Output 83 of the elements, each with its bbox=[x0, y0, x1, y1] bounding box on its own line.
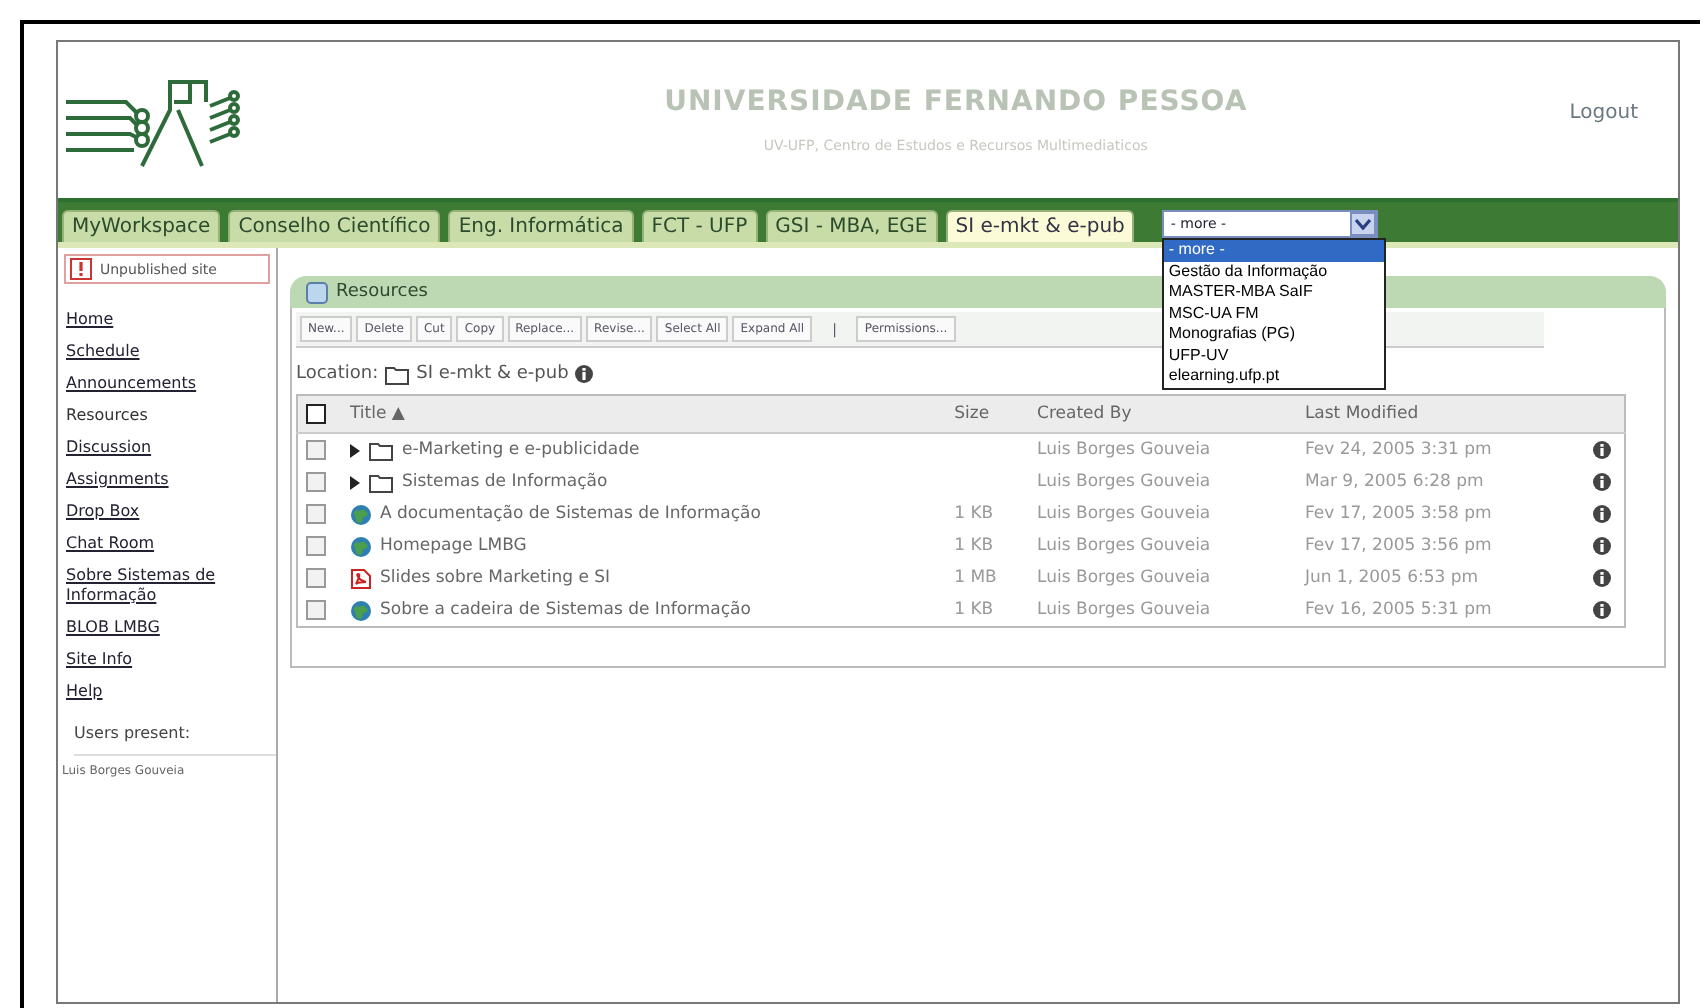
info-icon bbox=[1592, 600, 1612, 620]
table-cell-text: Jun 1, 2005 6:53 pm bbox=[1302, 566, 1481, 592]
dropdown-option[interactable]: Monografias (PG) bbox=[1164, 324, 1385, 345]
folder-icon bbox=[368, 438, 394, 462]
info-icon bbox=[1592, 568, 1612, 588]
dropdown-option[interactable]: - more - bbox=[1164, 240, 1385, 261]
location-path: SI e-mkt & e-pub bbox=[416, 364, 569, 384]
table-cell-text: Luis Borges Gouveia bbox=[1035, 502, 1213, 528]
column-header[interactable]: Last Modified bbox=[1296, 395, 1584, 433]
table-cell: 1 KB bbox=[946, 594, 1030, 627]
table-cell: Fev 16, 2005 5:31 pm bbox=[1296, 594, 1584, 627]
site-tab[interactable]: Eng. Informática bbox=[448, 210, 634, 242]
nav-link[interactable]: BLOB LMBG bbox=[66, 612, 226, 644]
table-cell-text: Luis Borges Gouveia bbox=[1035, 566, 1213, 592]
file-link[interactable]: e-Marketing e e-publicidade bbox=[402, 440, 640, 460]
warning-icon bbox=[70, 258, 92, 280]
info-icon bbox=[1592, 504, 1612, 524]
location-label: Location: bbox=[296, 364, 379, 384]
table-cell: Fev 24, 2005 3:31 pm bbox=[1296, 433, 1584, 466]
nav-link[interactable]: Assignments bbox=[66, 464, 226, 496]
dropdown-option[interactable]: MASTER-MBA SaIF bbox=[1164, 282, 1385, 303]
table-cell-text: 1 MB bbox=[952, 566, 999, 592]
logout-link[interactable]: Logout bbox=[1569, 101, 1638, 123]
table-cell: Luis Borges Gouveia bbox=[1029, 433, 1297, 466]
panel-title: Resources bbox=[336, 282, 428, 302]
site-tab[interactable]: GSI - MBA, EGE bbox=[765, 210, 938, 242]
column-header[interactable]: Created By bbox=[1029, 395, 1297, 433]
site-tab[interactable]: FCT - UFP bbox=[641, 210, 758, 242]
column-header[interactable]: Title ▲ bbox=[342, 395, 947, 433]
expand-arrow-icon bbox=[350, 475, 360, 489]
nav-link[interactable]: Site Info bbox=[66, 644, 226, 676]
nav-link[interactable]: Drop Box bbox=[66, 496, 226, 528]
nav-link[interactable]: Home bbox=[66, 304, 226, 336]
table-cell: Luis Borges Gouveia bbox=[1029, 594, 1297, 627]
table-cell-text: Luis Borges Gouveia bbox=[1035, 534, 1213, 560]
nav-link[interactable]: Resources bbox=[66, 400, 226, 432]
globe-icon bbox=[350, 503, 372, 525]
nav-link[interactable]: Schedule bbox=[66, 336, 226, 368]
table-cell-text: Fev 17, 2005 3:58 pm bbox=[1302, 502, 1494, 528]
globe-icon bbox=[350, 535, 372, 557]
folder-icon bbox=[368, 470, 394, 494]
info-icon bbox=[574, 364, 595, 384]
info-icon bbox=[1592, 440, 1612, 460]
nav-link[interactable]: Chat Room bbox=[66, 528, 226, 560]
file-link[interactable]: Sistemas de Informação bbox=[402, 472, 608, 492]
site-title: UNIVERSIDADE FERNANDO PESSOA bbox=[662, 86, 1250, 118]
globe-icon bbox=[350, 599, 372, 621]
table-cell-text: Mar 9, 2005 6:28 pm bbox=[1302, 470, 1486, 496]
table-cell-text: Luis Borges Gouveia bbox=[1035, 470, 1213, 496]
expand-arrow-icon bbox=[350, 443, 360, 457]
folder-icon bbox=[384, 362, 411, 386]
nav-link[interactable]: Help bbox=[66, 676, 226, 708]
row-checkbox[interactable] bbox=[306, 504, 326, 524]
row-checkbox[interactable] bbox=[306, 536, 326, 556]
pdf-file-icon bbox=[350, 567, 372, 589]
panel-icon bbox=[306, 281, 328, 303]
select-all-checkbox[interactable] bbox=[306, 404, 326, 424]
dropdown-option[interactable]: MSC-UA FM bbox=[1164, 303, 1385, 324]
dropdown-option[interactable]: UFP-UV bbox=[1164, 345, 1385, 366]
site-tab[interactable]: MyWorkspace bbox=[62, 210, 221, 242]
table-cell-text: 1 KB bbox=[952, 502, 996, 528]
info-icon bbox=[1592, 472, 1612, 492]
nav-link[interactable]: Sobre Sistemas de Informação bbox=[66, 560, 226, 612]
site-tab[interactable]: SI e-mkt & e-pub bbox=[945, 210, 1135, 242]
nav-link[interactable]: Announcements bbox=[66, 368, 226, 400]
column-header[interactable]: Size bbox=[946, 395, 1030, 433]
users-present-label: Users present: bbox=[74, 724, 276, 756]
row-checkbox[interactable] bbox=[306, 440, 326, 460]
file-link[interactable]: Homepage LMBG bbox=[380, 536, 527, 556]
row-checkbox[interactable] bbox=[306, 472, 326, 492]
info-icon bbox=[1592, 536, 1612, 556]
dropdown-arrow-icon bbox=[1350, 212, 1377, 236]
nav-link[interactable]: Discussion bbox=[66, 432, 226, 464]
row-checkbox[interactable] bbox=[306, 600, 326, 620]
file-link[interactable]: Slides sobre Marketing e SI bbox=[380, 568, 611, 588]
dropdown-option[interactable]: elearning.ufp.pt bbox=[1164, 366, 1385, 387]
file-link[interactable]: A documentação de Sistemas de Informação bbox=[380, 504, 761, 524]
table-cell-text: Fev 17, 2005 3:56 pm bbox=[1302, 534, 1494, 560]
site-tab[interactable]: Conselho Científico bbox=[228, 210, 441, 242]
file-link[interactable]: Sobre a cadeira de Sistemas de Informação bbox=[380, 600, 751, 620]
row-checkbox[interactable] bbox=[306, 568, 326, 588]
dropdown-option[interactable]: Gestão da Informação bbox=[1164, 261, 1385, 282]
table-cell-text: 1 KB bbox=[952, 534, 996, 560]
